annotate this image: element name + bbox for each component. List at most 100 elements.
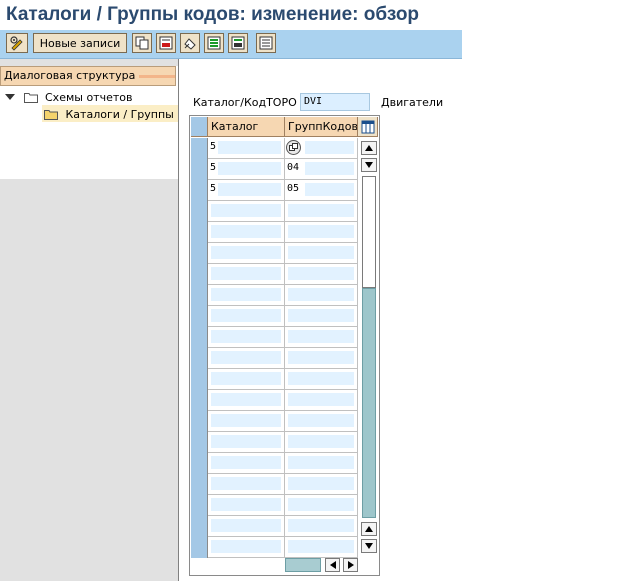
code-group-cell[interactable] (285, 453, 358, 474)
horizontal-scroll-thumb[interactable] (285, 558, 321, 572)
horizontal-scrollbar[interactable] (285, 557, 379, 573)
table-settings-button[interactable] (358, 117, 378, 137)
catalog-cell[interactable] (208, 369, 285, 390)
select-all-rows-header[interactable] (191, 117, 208, 137)
code-group-cell[interactable] (285, 138, 358, 159)
code-group-cell[interactable] (285, 201, 358, 222)
deselect-all-button[interactable] (256, 33, 276, 53)
select-all-button[interactable] (204, 33, 224, 53)
row-selector[interactable] (191, 306, 208, 327)
catalog-value: 5 (210, 141, 217, 152)
code-group-cell[interactable] (285, 369, 358, 390)
vertical-scrollbar[interactable] (361, 138, 378, 574)
code-group-cell[interactable]: 04 (285, 159, 358, 180)
row-selector[interactable] (191, 180, 208, 201)
undo-button[interactable] (180, 33, 200, 53)
scroll-right-button[interactable] (343, 558, 358, 572)
catalog-field-description: Двигатели (381, 96, 444, 109)
row-selector[interactable] (191, 369, 208, 390)
delete-button[interactable] (156, 33, 176, 53)
column-header-catalog[interactable]: Каталог (208, 117, 285, 137)
code-group-cell[interactable] (285, 348, 358, 369)
column-header-code-group[interactable]: ГруппКодов (285, 117, 358, 137)
scroll-left-button[interactable] (325, 558, 340, 572)
copy-button[interactable] (132, 33, 152, 53)
scroll-page-up-button[interactable] (361, 522, 377, 536)
catalog-cell[interactable] (208, 264, 285, 285)
catalog-value: 5 (210, 183, 217, 194)
code-group-cell[interactable] (285, 495, 358, 516)
catalog-cell[interactable] (208, 348, 285, 369)
catalog-cell[interactable] (208, 453, 285, 474)
row-selector[interactable] (191, 264, 208, 285)
dialog-structure-header: Диалоговая структура (0, 66, 176, 86)
arrow-up-icon (365, 526, 373, 532)
arrow-down-icon (365, 162, 373, 168)
scroll-page-down-button[interactable] (361, 539, 377, 553)
row-selector[interactable] (191, 222, 208, 243)
display-change-icon (10, 36, 23, 51)
row-selector[interactable] (191, 495, 208, 516)
row-selector[interactable] (191, 138, 208, 159)
row-selector[interactable] (191, 474, 208, 495)
row-selector[interactable] (191, 159, 208, 180)
scroll-down-button[interactable] (361, 158, 377, 172)
display-change-button[interactable] (6, 33, 28, 53)
catalog-cell[interactable] (208, 327, 285, 348)
new-entries-button[interactable]: Новые записи (33, 33, 127, 53)
catalog-cell[interactable]: 5 (208, 159, 285, 180)
catalog-cell[interactable] (208, 243, 285, 264)
code-group-cell[interactable] (285, 432, 358, 453)
catalog-cell[interactable] (208, 537, 285, 558)
row-selector[interactable] (191, 243, 208, 264)
catalog-cell[interactable] (208, 495, 285, 516)
catalog-cell[interactable]: 5 (208, 138, 285, 159)
expand-triangle-icon[interactable] (5, 94, 15, 100)
arrow-left-icon (329, 561, 336, 569)
code-group-cell[interactable]: 05 (285, 180, 358, 201)
tree-item-report-schemes[interactable]: Схемы отчетов (5, 88, 132, 105)
code-group-cell[interactable] (285, 327, 358, 348)
catalog-cell[interactable] (208, 285, 285, 306)
row-selector[interactable] (191, 411, 208, 432)
code-group-value: 04 (287, 162, 300, 173)
catalog-cell[interactable] (208, 516, 285, 537)
catalog-cell[interactable] (208, 390, 285, 411)
catalog-cell[interactable] (208, 222, 285, 243)
code-group-cell[interactable] (285, 390, 358, 411)
code-group-cell[interactable] (285, 285, 358, 306)
code-group-cell[interactable] (285, 222, 358, 243)
catalog-cell[interactable] (208, 474, 285, 495)
row-selector[interactable] (191, 516, 208, 537)
scroll-thumb[interactable] (362, 176, 376, 288)
value-help-button[interactable] (286, 140, 301, 155)
catalog-cell[interactable]: 5 (208, 180, 285, 201)
row-selector[interactable] (191, 453, 208, 474)
tree-item-catalog-code-groups[interactable]: Каталоги / Группы ко (42, 105, 178, 122)
code-group-cell[interactable] (285, 474, 358, 495)
code-group-cell[interactable] (285, 243, 358, 264)
page-title: Каталоги / Группы кодов: изменение: обзо… (6, 4, 420, 25)
catalog-cell[interactable] (208, 432, 285, 453)
code-group-cell[interactable] (285, 516, 358, 537)
row-selector[interactable] (191, 327, 208, 348)
code-group-value: 05 (287, 183, 300, 194)
select-block-button[interactable] (228, 33, 248, 53)
value-help-icon (289, 143, 298, 151)
code-group-cell[interactable] (285, 537, 358, 558)
catalog-cell[interactable] (208, 201, 285, 222)
scroll-track[interactable] (362, 288, 376, 518)
catalog-cell[interactable] (208, 411, 285, 432)
code-group-cell[interactable] (285, 264, 358, 285)
row-selector[interactable] (191, 201, 208, 222)
application-toolbar: Новые записи (0, 30, 462, 59)
row-selector[interactable] (191, 432, 208, 453)
row-selector[interactable] (191, 285, 208, 306)
row-selector[interactable] (191, 537, 208, 558)
row-selector[interactable] (191, 348, 208, 369)
scroll-up-button[interactable] (361, 141, 377, 155)
code-group-cell[interactable] (285, 411, 358, 432)
row-selector[interactable] (191, 390, 208, 411)
catalog-cell[interactable] (208, 306, 285, 327)
code-group-cell[interactable] (285, 306, 358, 327)
